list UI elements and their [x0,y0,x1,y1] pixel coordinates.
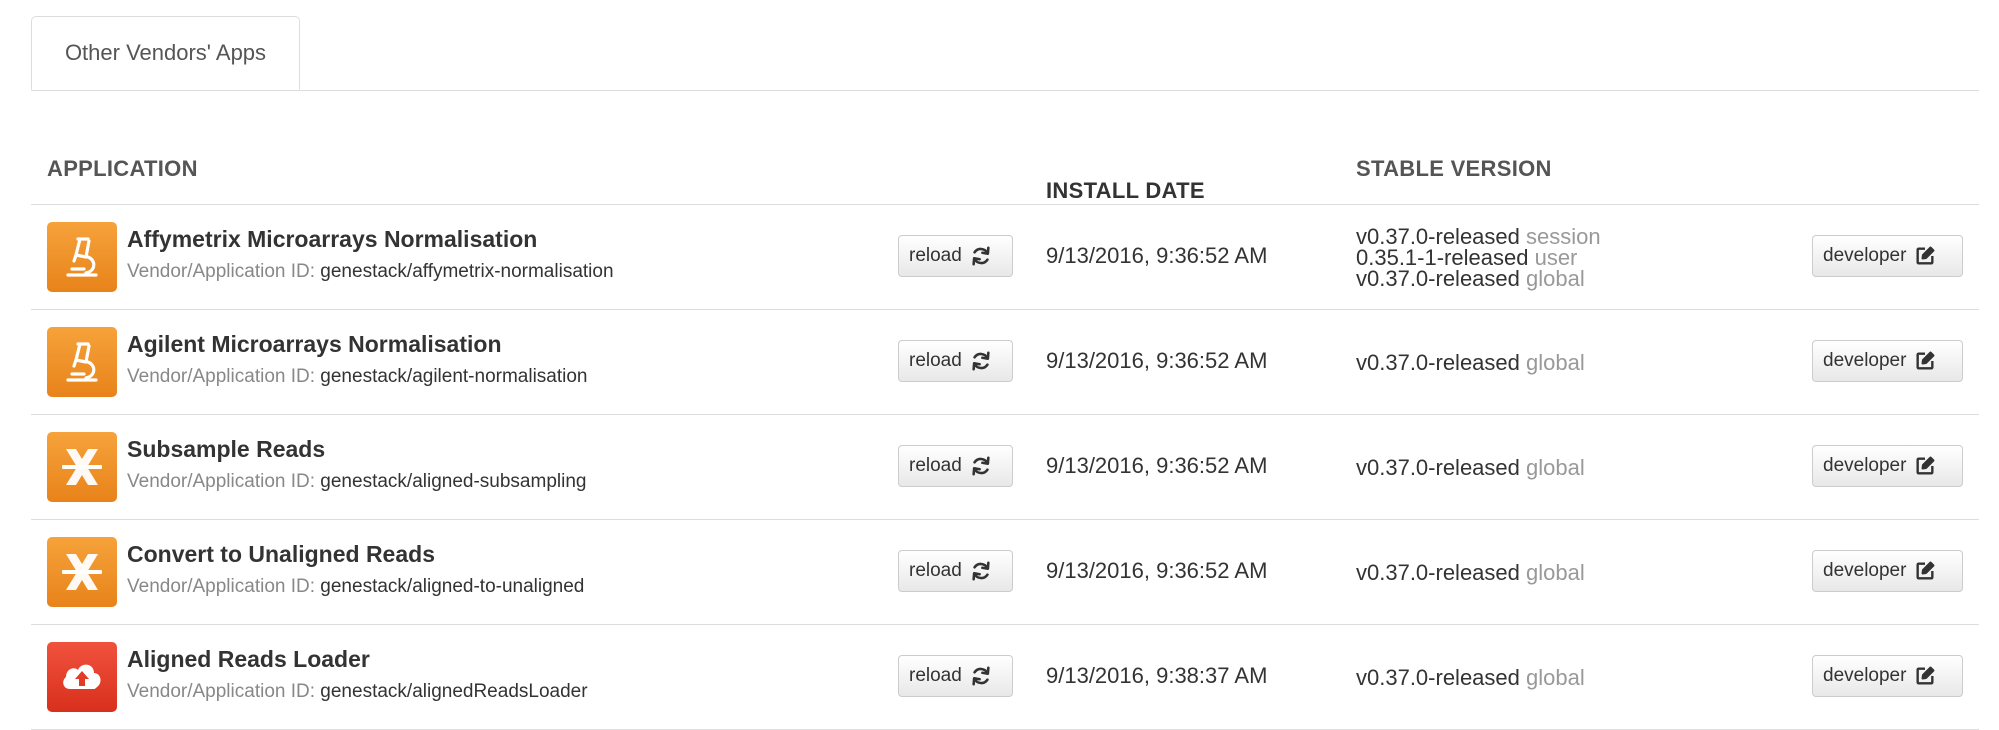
app-id: Vendor/Application ID: genestack/aligned… [127,681,588,703]
install-date: 9/13/2016, 9:36:52 AM [1046,243,1268,268]
version-entry: v0.37.0-released global [1356,454,1736,480]
apps-table: APPLICATION INSTALL DATE STABLE VERSION … [31,140,1979,730]
column-header-application: APPLICATION [47,156,198,181]
microscope-icon [47,327,117,397]
version-entry: v0.37.0-released session [1356,225,1736,247]
stable-versions: v0.37.0-released global [1356,520,1736,624]
table-row: Affymetrix Microarrays Normalisation Vend… [31,205,1979,310]
refresh-icon [972,456,990,476]
refresh-icon [972,351,990,371]
reload-button[interactable]: reload [898,340,1013,382]
version-entry: v0.37.0-released global [1356,349,1736,375]
edit-icon [1916,246,1935,265]
tab-other-vendors-apps[interactable]: Other Vendors' Apps [31,16,300,90]
developer-label: developer [1823,665,1907,686]
refresh-icon [972,561,990,581]
edit-icon [1916,561,1935,580]
stable-versions: v0.37.0-released global [1356,415,1736,519]
reads-tool-icon [47,432,117,502]
reload-label: reload [909,455,962,476]
developer-button[interactable]: developer [1812,340,1963,382]
app-id-label: Vendor/Application ID: [127,471,316,492]
developer-label: developer [1823,245,1907,266]
install-date: 9/13/2016, 9:36:52 AM [1046,558,1268,583]
reload-label: reload [909,245,962,266]
edit-icon [1916,351,1935,370]
edit-icon [1916,456,1935,475]
stable-versions: v0.37.0-released global [1356,625,1736,729]
version-entry: v0.37.0-released global [1356,664,1736,690]
developer-label: developer [1823,455,1907,476]
reload-button[interactable]: reload [898,550,1013,592]
app-id-value: genestack/aligned-subsampling [320,471,587,492]
developer-button[interactable]: developer [1812,235,1963,277]
developer-button[interactable]: developer [1812,445,1963,487]
app-id-label: Vendor/Application ID: [127,261,316,282]
stable-versions: v0.37.0-released global [1356,310,1736,414]
version-scope: global [1526,454,1585,480]
microscope-icon [47,222,117,292]
app-name: Agilent Microarrays Normalisation [127,331,502,357]
app-id: Vendor/Application ID: genestack/aligned… [127,576,584,598]
version-entry: v0.37.0-released global [1356,559,1736,585]
app-id: Vendor/Application ID: genestack/aligned… [127,471,586,493]
app-id-value: genestack/alignedReadsLoader [320,681,588,702]
version-scope: global [1526,664,1585,690]
app-name: Subsample Reads [127,436,326,462]
reload-label: reload [909,560,962,581]
reload-label: reload [909,350,962,371]
app-name: Affymetrix Microarrays Normalisation [127,226,538,252]
developer-label: developer [1823,350,1907,371]
developer-button[interactable]: developer [1812,550,1963,592]
developer-label: developer [1823,560,1907,581]
tab-bar: Other Vendors' Apps [31,16,1979,91]
developer-button[interactable]: developer [1812,655,1963,697]
reload-button[interactable]: reload [898,235,1013,277]
edit-icon [1916,666,1935,685]
table-row: Convert to Unaligned Reads Vendor/Applica… [31,520,1979,625]
app-id-value: genestack/agilent-normalisation [320,366,588,387]
version-entry: v0.37.0-released global [1356,265,1736,291]
version-entry: 0.35.1-1-released user [1356,246,1736,268]
app-name: Convert to Unaligned Reads [127,541,435,567]
reload-button[interactable]: reload [898,445,1013,487]
table-body: Affymetrix Microarrays Normalisation Vend… [31,205,1979,730]
table-row: Aligned Reads Loader Vendor/Application I… [31,625,1979,730]
app-id-value: genestack/affymetrix-normalisation [320,261,614,282]
install-date: 9/13/2016, 9:38:37 AM [1046,663,1268,688]
version-number: v0.37.0-released [1356,454,1520,480]
app-id-label: Vendor/Application ID: [127,366,316,387]
version-scope: global [1526,265,1585,291]
version-scope: global [1526,349,1585,375]
reads-tool-icon [47,537,117,607]
column-header-install-date: INSTALL DATE [1046,178,1205,203]
reload-label: reload [909,665,962,686]
app-id-label: Vendor/Application ID: [127,576,316,597]
reload-button[interactable]: reload [898,655,1013,697]
app-name: Aligned Reads Loader [127,646,370,672]
version-number: v0.37.0-released [1356,559,1520,585]
version-number: v0.37.0-released [1356,265,1520,291]
app-id-value: genestack/aligned-to-unaligned [320,576,585,597]
table-row: Agilent Microarrays Normalisation Vendor/… [31,310,1979,415]
column-header-stable-version: STABLE VERSION [1356,156,1552,181]
version-number: v0.37.0-released [1356,664,1520,690]
refresh-icon [972,666,990,686]
apps-page: Other Vendors' Apps APPLICATION INSTALL … [0,0,1999,730]
app-id: Vendor/Application ID: genestack/agilent… [127,366,588,388]
table-header: APPLICATION INSTALL DATE STABLE VERSION [31,140,1979,205]
stable-versions: v0.37.0-released session 0.35.1-1-release… [1356,205,1736,309]
app-id-label: Vendor/Application ID: [127,681,316,702]
install-date: 9/13/2016, 9:36:52 AM [1046,453,1268,478]
app-id: Vendor/Application ID: genestack/affymet… [127,261,614,283]
cloud-upload-icon [47,642,117,712]
refresh-icon [972,246,990,266]
version-scope: global [1526,559,1585,585]
version-number: v0.37.0-released [1356,349,1520,375]
install-date: 9/13/2016, 9:36:52 AM [1046,348,1268,373]
table-row: Subsample Reads Vendor/Application ID: ge… [31,415,1979,520]
